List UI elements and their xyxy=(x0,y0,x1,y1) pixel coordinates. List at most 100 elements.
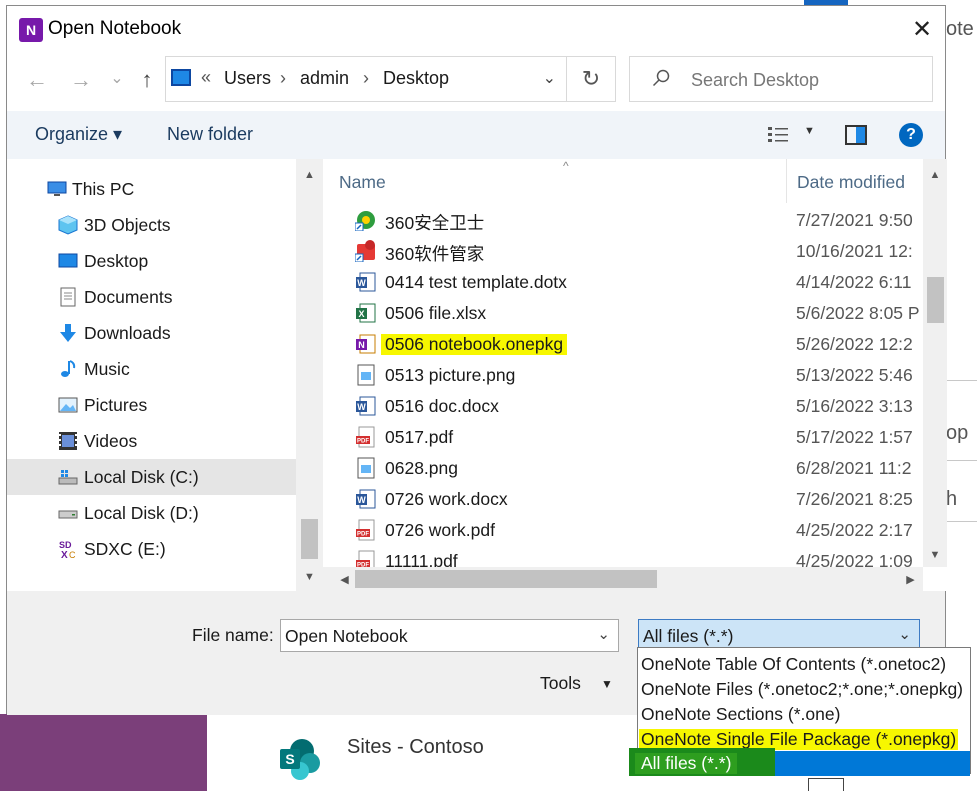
file-row[interactable]: W 0726 work.docx 7/26/2021 8:25 xyxy=(323,484,923,515)
file-name: 0513 picture.png xyxy=(385,365,516,385)
nav-item-3d-objects[interactable]: 3D Objects xyxy=(7,207,296,243)
address-bar[interactable]: « Users › admin › Desktop ⌄ xyxy=(165,56,567,102)
nav-item-label: Local Disk (C:) xyxy=(84,467,199,487)
nav-item-videos[interactable]: Videos xyxy=(7,423,296,459)
breadcrumb-separator[interactable]: › xyxy=(280,68,286,89)
nav-item-label: Documents xyxy=(84,287,173,307)
file-name: 360软件管家 xyxy=(385,244,485,264)
file-date-modified: 4/14/2022 6:11 xyxy=(796,272,912,292)
scroll-up-arrow[interactable]: ▲ xyxy=(923,163,947,187)
organize-button[interactable]: Organize ▾ xyxy=(35,124,122,145)
option-label: OneNote Files (*.onetoc2;*.one;*.onepkg) xyxy=(641,679,963,699)
file-name: 360安全卫士 xyxy=(385,213,485,233)
file-list: ^ Name Date modified 360安全卫士 7/27/2021 9:… xyxy=(323,159,947,591)
background-text-fragment: op xyxy=(946,422,969,444)
drive-icon xyxy=(58,470,78,485)
column-header-date-modified[interactable]: Date modified xyxy=(786,159,916,203)
background-divider xyxy=(946,460,977,461)
nav-item-downloads[interactable]: Downloads xyxy=(7,315,296,351)
breadcrumb-separator[interactable]: › xyxy=(363,68,369,89)
file-type-option-onenote-files[interactable]: OneNote Files (*.onetoc2;*.one;*.onepkg) xyxy=(638,676,970,701)
file-row[interactable]: X 0506 file.xlsx 5/6/2022 8:05 P xyxy=(323,298,923,329)
scroll-up-arrow[interactable]: ▲ xyxy=(296,163,323,187)
svg-text:N: N xyxy=(358,340,365,350)
search-input[interactable]: Search Desktop xyxy=(629,56,933,102)
file-name-label: File name: xyxy=(192,625,274,645)
preview-pane-icon[interactable] xyxy=(845,125,867,145)
file-type-option-onenote-sections[interactable]: OneNote Sections (*.one) xyxy=(638,701,970,726)
documents-icon xyxy=(60,287,76,307)
onenote-icon: N xyxy=(356,334,376,354)
file-row[interactable]: W 0414 test template.dotx 4/14/2022 6:11 xyxy=(323,267,923,298)
file-list-vertical-scrollbar[interactable]: ▲ ▼ xyxy=(923,159,947,567)
nav-item-label: Local Disk (D:) xyxy=(84,503,199,523)
file-date-modified: 7/27/2021 9:50 xyxy=(796,210,913,230)
nav-item-local-disk-c[interactable]: Local Disk (C:) xyxy=(7,459,296,495)
background-divider xyxy=(946,380,977,381)
file-row[interactable]: N 0506 notebook.onepkg 5/26/2022 12:2 xyxy=(323,329,923,360)
file-name-field[interactable]: Open Notebook ⌄ xyxy=(280,619,619,652)
nav-item-music[interactable]: Music xyxy=(7,351,296,387)
file-type-option-all-files[interactable]: All files (*.*) xyxy=(629,748,970,776)
breadcrumb-desktop[interactable]: Desktop xyxy=(383,68,449,89)
sharepoint-icon[interactable]: S xyxy=(278,737,322,781)
file-type-option-onetoc2[interactable]: OneNote Table Of Contents (*.onetoc2) xyxy=(638,651,970,676)
breadcrumb-overflow[interactable]: « xyxy=(201,67,211,88)
navigation-scrollbar[interactable]: ▲ ▼ xyxy=(296,159,323,591)
onenote-app-icon: N xyxy=(19,18,43,42)
shortcut-360-soft-icon xyxy=(355,240,375,262)
breadcrumb-users[interactable]: Users xyxy=(224,68,271,89)
scroll-down-arrow[interactable]: ▼ xyxy=(923,543,947,567)
breadcrumb-admin[interactable]: admin xyxy=(300,68,349,89)
help-icon[interactable]: ? xyxy=(899,123,923,147)
address-dropdown-button[interactable]: ⌄ xyxy=(543,68,556,88)
scrollbar-thumb[interactable] xyxy=(927,277,944,323)
close-button[interactable]: ✕ xyxy=(899,6,945,52)
scroll-right-arrow[interactable]: ▶ xyxy=(897,567,924,591)
file-row[interactable]: 360软件管家 10/16/2021 12: xyxy=(323,236,923,267)
refresh-button[interactable]: ↻ xyxy=(567,56,616,102)
svg-text:SD: SD xyxy=(59,540,72,550)
file-name: 0517.pdf xyxy=(385,427,454,447)
scrollbar-thumb[interactable] xyxy=(355,570,657,588)
nav-item-pictures[interactable]: Pictures xyxy=(7,387,296,423)
scrollbar-thumb[interactable] xyxy=(301,519,318,559)
new-folder-button[interactable]: New folder xyxy=(167,124,253,145)
chevron-down-icon[interactable]: ⌄ xyxy=(597,625,610,643)
forward-button[interactable]: → xyxy=(67,66,95,94)
file-row[interactable]: 0513 picture.png 5/13/2022 5:46 xyxy=(323,360,923,391)
sites-label[interactable]: Sites - Contoso xyxy=(347,736,484,759)
file-row[interactable]: 360安全卫士 7/27/2021 9:50 xyxy=(323,205,923,236)
background-text-fragment: h xyxy=(946,488,958,510)
tools-dropdown-icon[interactable]: ▼ xyxy=(601,677,613,691)
svg-text:PDF: PDF xyxy=(357,439,369,445)
view-options-icon[interactable] xyxy=(767,125,789,145)
nav-item-documents[interactable]: Documents xyxy=(7,279,296,315)
sort-indicator: ^ xyxy=(563,159,569,173)
nav-item-desktop[interactable]: Desktop xyxy=(7,243,296,279)
tools-button[interactable]: Tools xyxy=(540,673,581,694)
title-bar: N Open Notebook ✕ xyxy=(7,6,945,52)
svg-text:W: W xyxy=(357,402,366,412)
word-icon: W xyxy=(356,489,376,509)
file-row[interactable]: PDF 0517.pdf 5/17/2022 1:57 xyxy=(323,422,923,453)
file-row[interactable]: PDF 0726 work.pdf 4/25/2022 2:17 xyxy=(323,515,923,546)
file-name: 0516 doc.docx xyxy=(385,396,499,416)
image-icon xyxy=(357,364,375,386)
view-dropdown-button[interactable]: ▼ xyxy=(804,125,815,137)
scroll-down-arrow[interactable]: ▼ xyxy=(296,565,323,589)
nav-item-this-pc[interactable]: This PC xyxy=(7,171,296,207)
file-row[interactable]: W 0516 doc.docx 5/16/2022 3:13 xyxy=(323,391,923,422)
chevron-down-icon[interactable]: ⌄ xyxy=(898,625,911,643)
recent-locations-button[interactable]: ⌄ xyxy=(103,64,131,92)
back-button[interactable]: ← xyxy=(23,66,51,94)
nav-item-sdxc-e[interactable]: SD X C SDXC (E:) xyxy=(7,531,296,567)
svg-text:X: X xyxy=(61,550,68,559)
scroll-left-arrow[interactable]: ◀ xyxy=(331,567,358,591)
command-bar: Organize ▾ New folder ▼ ? xyxy=(7,111,945,159)
up-button[interactable]: ↑ xyxy=(133,66,161,94)
file-list-horizontal-scrollbar[interactable]: ◀ ▶ xyxy=(323,567,923,591)
nav-item-local-disk-d[interactable]: Local Disk (D:) xyxy=(7,495,296,531)
search-placeholder: Search Desktop xyxy=(691,70,820,90)
file-row[interactable]: 0628.png 6/28/2021 11:2 xyxy=(323,453,923,484)
